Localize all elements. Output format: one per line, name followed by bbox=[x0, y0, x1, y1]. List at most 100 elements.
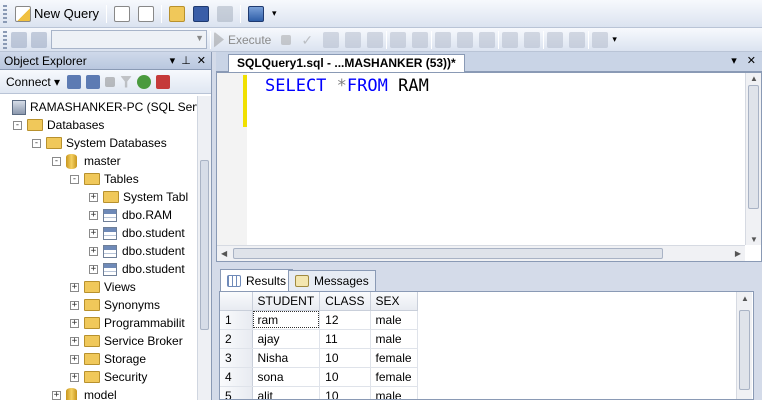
query-text[interactable]: SELECT *FROM RAM bbox=[265, 76, 429, 96]
expand-icon[interactable]: + bbox=[70, 336, 79, 346]
scroll-down-icon[interactable]: ▼ bbox=[750, 235, 758, 244]
toolbar-overflow-icon[interactable]: ▾ bbox=[612, 34, 617, 45]
row-number[interactable]: 5 bbox=[220, 386, 253, 399]
row-number[interactable]: 4 bbox=[220, 367, 253, 387]
filter-icon[interactable] bbox=[120, 75, 133, 88]
tree-node-databases[interactable]: - Databases bbox=[13, 116, 104, 134]
specify-values-icon[interactable] bbox=[592, 31, 609, 48]
scroll-right-icon[interactable]: ▶ bbox=[735, 249, 741, 258]
cell-student[interactable]: Nisha bbox=[252, 348, 321, 368]
parse-check-icon[interactable]: ✓ bbox=[301, 32, 317, 48]
change-connection-icon[interactable] bbox=[31, 31, 47, 48]
save-button[interactable] bbox=[189, 3, 213, 25]
open-button[interactable] bbox=[165, 3, 189, 25]
tree-node-server[interactable]: RAMASHANKER-PC (SQL Serv bbox=[12, 98, 197, 116]
tree-node-table[interactable]: + dbo.student bbox=[89, 224, 185, 242]
database-select[interactable]: ▼ bbox=[51, 30, 207, 49]
toolbar-overflow-icon[interactable]: ▾ bbox=[272, 8, 277, 19]
print-button[interactable] bbox=[213, 3, 237, 25]
new-file-button[interactable] bbox=[110, 3, 134, 25]
cell-class[interactable]: 10 bbox=[319, 386, 371, 399]
results-to-grid-icon[interactable] bbox=[457, 31, 474, 48]
tree-node-system-databases[interactable]: - System Databases bbox=[32, 134, 167, 152]
activity-monitor-button[interactable] bbox=[244, 3, 268, 25]
cell-student[interactable]: alit bbox=[252, 386, 321, 399]
estimated-plan-icon[interactable] bbox=[323, 31, 340, 48]
activity-monitor-icon[interactable] bbox=[156, 74, 171, 89]
tree-node-views[interactable]: + Views bbox=[70, 278, 136, 296]
cell-class[interactable]: 10 bbox=[319, 367, 371, 387]
row-number[interactable]: 1 bbox=[220, 310, 253, 330]
tree-node-programmability[interactable]: + Programmabilit bbox=[70, 314, 185, 332]
expand-icon[interactable]: + bbox=[89, 264, 98, 274]
expand-icon[interactable]: + bbox=[70, 354, 79, 364]
cell-sex[interactable]: female bbox=[370, 348, 418, 368]
table-row[interactable]: 1 ram 12 male bbox=[220, 310, 418, 330]
close-icon[interactable]: ✕ bbox=[197, 54, 206, 67]
collapse-icon[interactable]: - bbox=[13, 120, 22, 130]
new-query-button[interactable]: New Query bbox=[11, 3, 103, 25]
expand-icon[interactable]: + bbox=[89, 246, 98, 256]
scroll-up-icon[interactable]: ▲ bbox=[741, 294, 749, 303]
tree-node-tables[interactable]: - Tables bbox=[70, 170, 139, 188]
results-scrollbar[interactable]: ▲ bbox=[736, 292, 752, 399]
expand-icon[interactable]: + bbox=[89, 228, 98, 238]
scrollbar-thumb[interactable] bbox=[748, 85, 759, 209]
expand-icon[interactable]: + bbox=[70, 282, 79, 292]
row-number-header[interactable] bbox=[220, 292, 253, 311]
tab-results[interactable]: Results bbox=[220, 269, 294, 291]
expand-icon[interactable]: + bbox=[52, 390, 61, 400]
table-row[interactable]: 5 alit 10 male bbox=[220, 386, 418, 399]
query-editor[interactable]: SELECT *FROM RAM ▲ ▼ ◀ ▶ bbox=[216, 72, 762, 262]
client-stats-icon[interactable] bbox=[412, 31, 429, 48]
comment-icon[interactable] bbox=[502, 31, 519, 48]
toolbar-grip[interactable] bbox=[3, 30, 7, 49]
execute-button[interactable]: Execute bbox=[228, 33, 271, 47]
tree-node-storage[interactable]: + Storage bbox=[70, 350, 146, 368]
intellisense-icon[interactable] bbox=[367, 31, 384, 48]
scroll-up-icon[interactable]: ▲ bbox=[750, 74, 758, 83]
table-row[interactable]: 3 Nisha 10 female bbox=[220, 348, 418, 368]
expand-icon[interactable]: + bbox=[70, 318, 79, 328]
tree-node-master[interactable]: - master bbox=[52, 152, 121, 170]
tree-node-synonyms[interactable]: + Synonyms bbox=[70, 296, 160, 314]
cell-sex[interactable]: male bbox=[370, 329, 418, 349]
tree-node-system-tables[interactable]: + System Tabl bbox=[89, 188, 188, 206]
window-position-icon[interactable]: ▾ bbox=[170, 54, 176, 67]
tree-node-table[interactable]: + dbo.student bbox=[89, 260, 185, 278]
cell-class[interactable]: 10 bbox=[319, 348, 371, 368]
tab-list-icon[interactable]: ▾ bbox=[731, 54, 737, 67]
collapse-icon[interactable]: - bbox=[32, 138, 41, 148]
editor-vertical-scrollbar[interactable]: ▲ ▼ bbox=[745, 73, 761, 245]
column-header-class[interactable]: CLASS bbox=[319, 292, 371, 311]
cell-sex[interactable]: female bbox=[370, 367, 418, 387]
auto-hide-pin-icon[interactable]: ⊥ bbox=[181, 54, 191, 67]
expand-icon[interactable]: + bbox=[70, 300, 79, 310]
connect-icon[interactable] bbox=[11, 31, 27, 48]
tree-node-security[interactable]: + Security bbox=[70, 368, 147, 386]
cell-student[interactable]: ajay bbox=[252, 329, 321, 349]
cell-student[interactable]: ram bbox=[252, 310, 321, 330]
expand-icon[interactable]: + bbox=[70, 372, 79, 382]
editor-horizontal-scrollbar[interactable]: ◀ ▶ bbox=[217, 245, 745, 261]
table-row[interactable]: 2 ajay 11 male bbox=[220, 329, 418, 349]
decrease-indent-icon[interactable] bbox=[547, 31, 564, 48]
tree-node-model[interactable]: + model bbox=[52, 386, 117, 400]
expand-icon[interactable]: + bbox=[89, 192, 98, 202]
results-to-file-icon[interactable] bbox=[479, 31, 496, 48]
object-explorer-scrollbar[interactable] bbox=[197, 96, 211, 400]
row-number[interactable]: 3 bbox=[220, 348, 253, 368]
cell-class[interactable]: 12 bbox=[319, 310, 371, 330]
toolbar-grip[interactable] bbox=[3, 4, 7, 23]
collapse-icon[interactable]: - bbox=[52, 156, 61, 166]
query-options-icon[interactable] bbox=[345, 31, 362, 48]
tab-messages[interactable]: Messages bbox=[288, 270, 376, 291]
table-row[interactable]: 4 sona 10 female bbox=[220, 367, 418, 387]
cell-sex[interactable]: male bbox=[370, 310, 418, 330]
expand-icon[interactable]: + bbox=[89, 210, 98, 220]
cell-student[interactable]: sona bbox=[252, 367, 321, 387]
column-header-sex[interactable]: SEX bbox=[370, 292, 418, 311]
scrollbar-thumb[interactable] bbox=[200, 160, 209, 330]
results-grid[interactable]: STUDENT CLASS SEX 1 ram 12 male 2 ajay 1… bbox=[219, 291, 754, 400]
row-number[interactable]: 2 bbox=[220, 329, 253, 349]
